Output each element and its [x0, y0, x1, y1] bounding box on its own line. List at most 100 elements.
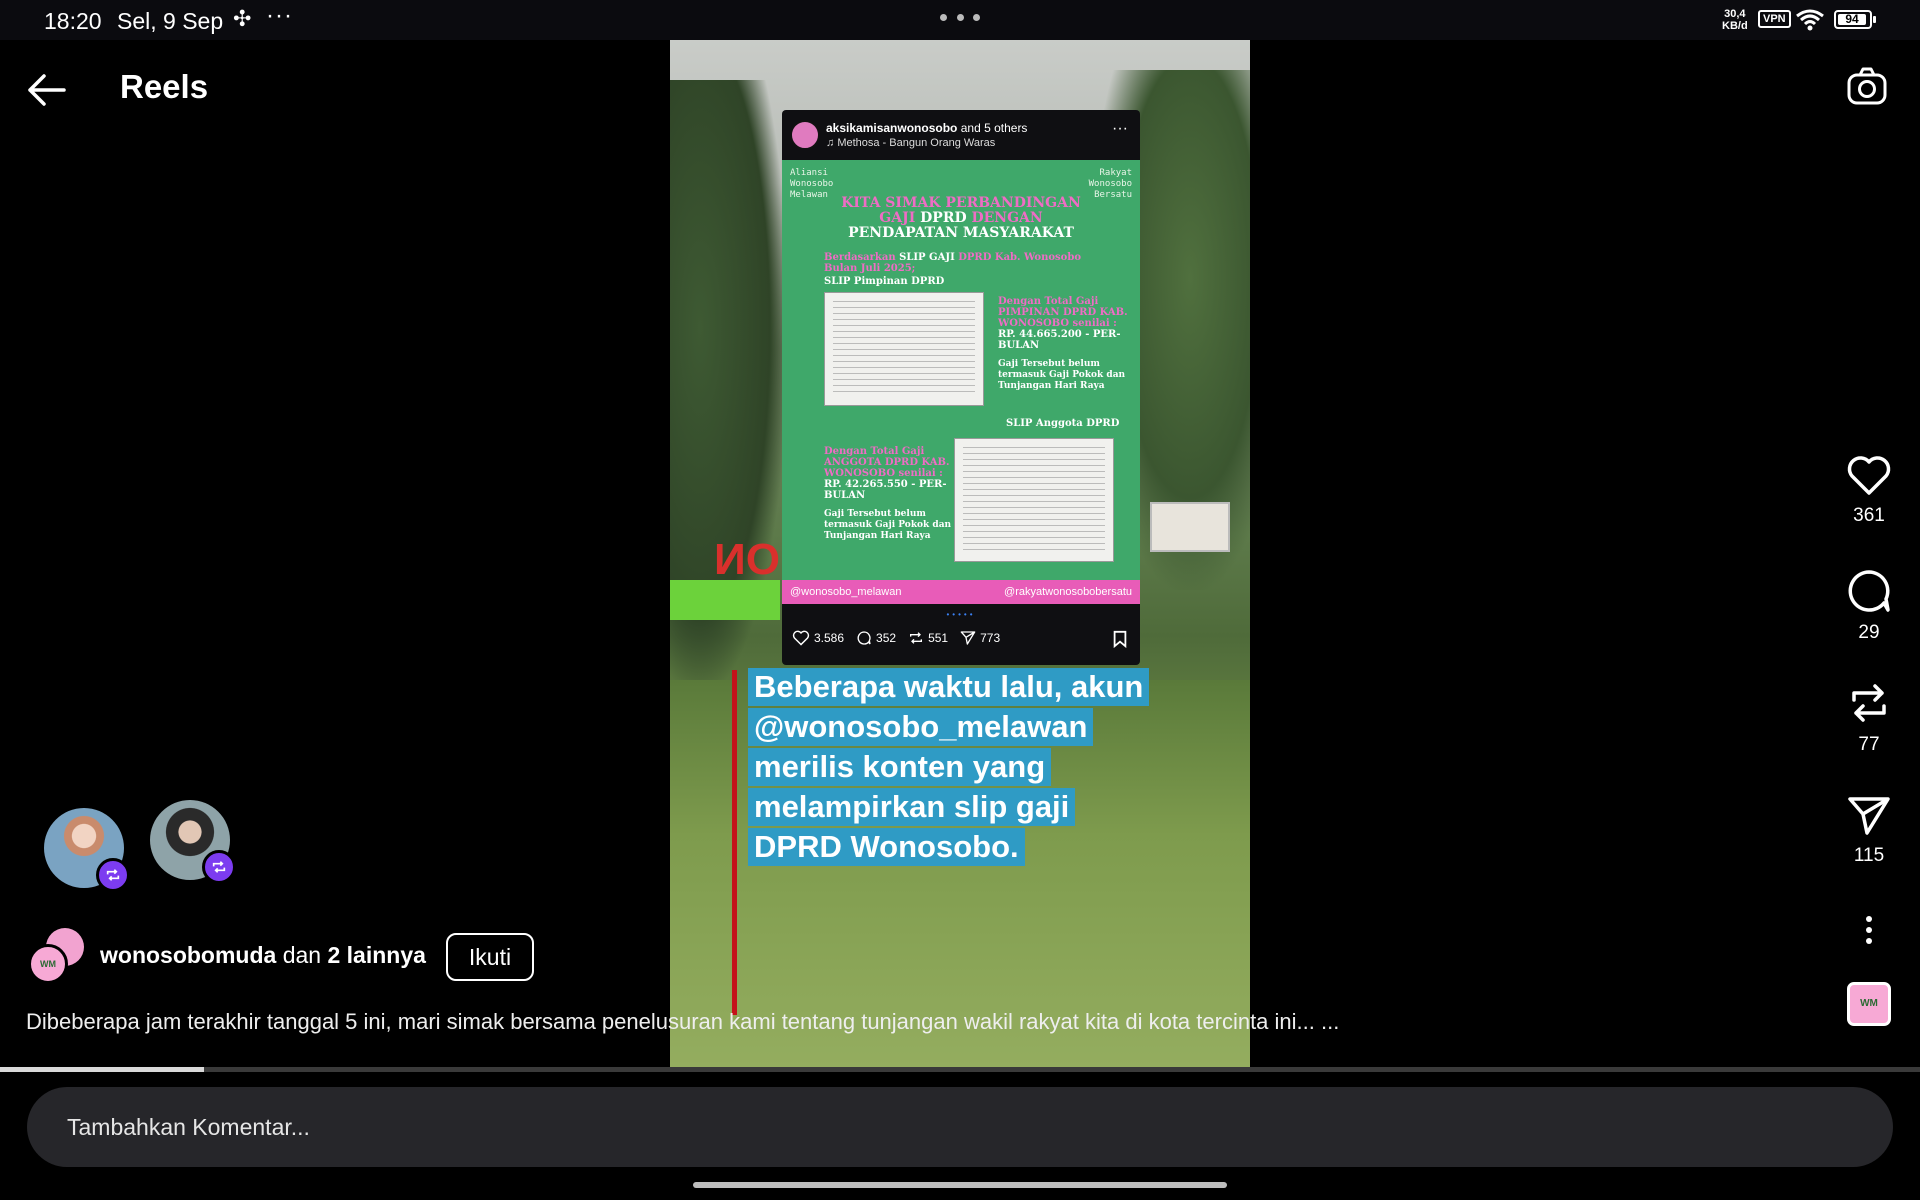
heading-line-3: PENDAPATAN MASYARAKAT [848, 225, 1074, 241]
repost-action[interactable]: 77 [1840, 680, 1898, 756]
wifi-icon [1796, 9, 1824, 31]
heading-line-1: KITA SIMAK PERBANDINGAN [841, 195, 1081, 211]
share-action[interactable]: 115 [1840, 795, 1898, 867]
reposter-avatar[interactable] [44, 808, 130, 892]
audio-thumbnail[interactable]: WM [1840, 982, 1898, 1026]
embedded-post-heading: KITA SIMAK PERBANDINGAN GAJI DPRD DENGAN… [782, 196, 1140, 241]
author-line[interactable]: wonosobomuda dan 2 lainnya [100, 942, 426, 969]
embedded-post-avatar [790, 120, 820, 150]
comment-icon[interactable] [1846, 568, 1892, 614]
total-member-value: RP. 42.265.550 - PER-BULAN [824, 479, 947, 501]
status-time: 18:20 [44, 8, 102, 34]
home-indicator[interactable] [693, 1182, 1227, 1188]
video-progress-bar[interactable] [0, 1067, 1920, 1072]
network-speed: 30,4 KB/d [1722, 8, 1748, 32]
notification-icon: ✣ [233, 6, 252, 31]
caption-line: DPRD Wonosobo. [748, 828, 1025, 866]
footer-handle-left: @wonosobo_melawan [790, 586, 902, 598]
total-leader-value: RP. 44.665.200 - PER-BULAN [998, 329, 1121, 351]
embedded-post-actions: 3.586 352 551 773 [792, 630, 1000, 646]
embedded-post-collaborators: and 5 others [960, 121, 1028, 135]
caption-line: melampirkan slip gaji [748, 788, 1076, 826]
embedded-repost-icon [910, 632, 923, 644]
reposter-avatar[interactable] [150, 800, 236, 884]
footer-handle-right: @rakyatwonosobobersatu [1004, 586, 1132, 598]
comment-count: 29 [1858, 622, 1880, 643]
salary-slip-leader-image [824, 292, 984, 406]
embedded-comment-icon [857, 631, 871, 645]
embedded-bookmark-icon [1113, 630, 1127, 648]
caption-line: @wonosobo_melawan [748, 708, 1094, 746]
subheading-a: Berdasarkan [824, 252, 896, 263]
embedded-post: aksikamisanwonosobo and 5 others ♫ Metho… [782, 110, 1140, 665]
send-icon[interactable] [1846, 795, 1892, 837]
comment-action[interactable]: 29 [1840, 568, 1898, 644]
like-count: 361 [1853, 505, 1885, 526]
embedded-post-image: Aliansi Wonosobo Melawan Rakyat Wonosobo… [782, 160, 1140, 580]
comment-bar[interactable] [27, 1087, 1893, 1167]
back-arrow-icon[interactable] [24, 68, 68, 112]
repost-count: 77 [1858, 734, 1880, 755]
audio-thumbnail-image[interactable]: WM [1847, 982, 1891, 1026]
embedded-post-subheading: Berdasarkan SLIP GAJI DPRD Kab. Wonosobo… [824, 252, 1114, 274]
video-red-pole [732, 670, 737, 1015]
share-count: 115 [1853, 845, 1885, 866]
embedded-post-header: aksikamisanwonosobo and 5 others ♫ Metho… [782, 110, 1140, 160]
embedded-post-username: aksikamisanwonosobo [826, 121, 958, 135]
author-avatar[interactable]: WM [28, 944, 68, 984]
embedded-share: 773 [960, 630, 1000, 646]
slip-label-leader: SLIP Pimpinan DPRD [824, 276, 945, 287]
battery-level: 94 [1838, 13, 1866, 25]
embedded-comment: 352 [856, 630, 896, 646]
embedded-post-footer: @wonosobo_melawan @rakyatwonosobobersatu [782, 580, 1140, 604]
author-others[interactable]: 2 lainnya [327, 942, 425, 968]
slip-label-member: SLIP Anggota DPRD [1006, 418, 1120, 429]
multitask-handle[interactable] [940, 14, 980, 22]
page-title: Reels [120, 68, 209, 105]
embedded-share-count: 773 [980, 631, 1001, 645]
embedded-post-music-title: Methosa - Bangun Orang Waras [837, 137, 996, 149]
subheading-b: SLIP GAJI [899, 252, 955, 263]
status-date: Sel, 9 Sep [117, 8, 224, 34]
embedded-like: 3.586 [792, 630, 844, 646]
total-member-note: Gaji Tersebut belum termasuk Gaji Pokok … [824, 509, 952, 541]
heading-line-2c: DENGAN [971, 210, 1043, 226]
network-speed-value: 30,4 [1724, 8, 1746, 20]
more-options-button[interactable] [1840, 915, 1898, 945]
embedded-heart-icon [792, 630, 810, 646]
video-building [1150, 502, 1230, 552]
heading-line-2a: GAJI [879, 210, 916, 226]
more-vertical-icon[interactable] [1864, 915, 1874, 945]
network-speed-unit: KB/d [1722, 20, 1748, 32]
carousel-dots: ••••• [946, 610, 976, 619]
author-name[interactable]: wonosobomuda [100, 942, 276, 968]
reel-video[interactable]: ON aksikamisanwonosobo and 5 others ♫ Me… [670, 40, 1250, 1068]
caption-line: merilis konten yang [748, 748, 1052, 786]
repost-badge-icon [96, 858, 130, 892]
battery-icon: 94 [1834, 10, 1876, 29]
salary-slip-member-image [954, 438, 1114, 562]
camera-icon[interactable] [1844, 64, 1890, 110]
status-bar: 18:20 Sel, 9 Sep ✣ ··· 30,4 KB/d VPN 94 [0, 0, 1920, 40]
total-member-label: Dengan Total Gaji ANGGOTA DPRD KAB. WONO… [824, 446, 950, 479]
reel-description[interactable]: Dibeberapa jam terakhir tanggal 5 ini, m… [26, 1009, 1526, 1035]
embedded-more-icon: ··· [1112, 120, 1128, 137]
follow-button[interactable]: Ikuti [446, 933, 534, 981]
more-notifications-icon: ··· [266, 2, 293, 29]
video-sign: ON [714, 535, 780, 584]
video-wall [670, 580, 780, 620]
embedded-send-icon [960, 631, 976, 645]
like-action[interactable]: 361 [1840, 455, 1898, 527]
vpn-icon: VPN [1758, 10, 1791, 28]
total-member-text: Dengan Total Gaji ANGGOTA DPRD KAB. WONO… [824, 446, 952, 542]
embedded-repost: 551 [908, 630, 948, 646]
repost-icon[interactable] [1846, 680, 1892, 726]
heading-line-2b: DPRD [920, 210, 967, 226]
comment-input[interactable] [67, 1087, 1847, 1167]
repost-badge-icon [202, 850, 236, 884]
author-connector: dan [282, 942, 322, 968]
embedded-repost-count: 551 [928, 631, 949, 645]
embedded-post-user: aksikamisanwonosobo and 5 others [826, 121, 1027, 135]
heart-icon[interactable] [1846, 455, 1892, 497]
embedded-post-music: ♫ Methosa - Bangun Orang Waras [826, 137, 996, 149]
